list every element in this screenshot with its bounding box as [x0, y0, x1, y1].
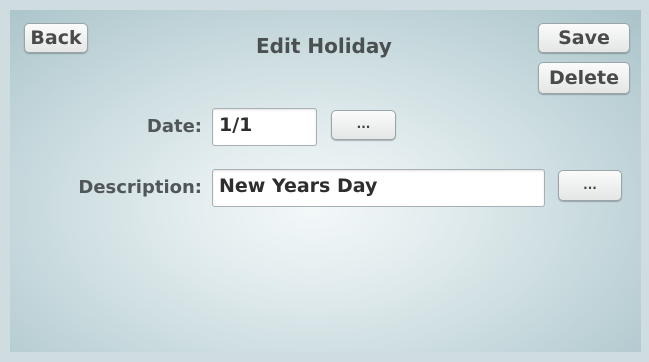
- save-button[interactable]: Save: [538, 23, 630, 53]
- description-picker-button[interactable]: ...: [558, 170, 622, 201]
- delete-button[interactable]: Delete: [538, 62, 630, 94]
- page-title: Edit Holiday: [256, 34, 392, 58]
- app-frame: Back Edit Holiday Save Delete Date: 1/1 …: [0, 0, 649, 362]
- description-field[interactable]: New Years Day: [212, 169, 545, 207]
- back-button[interactable]: Back: [24, 23, 88, 53]
- edit-holiday-screen: Back Edit Holiday Save Delete Date: 1/1 …: [10, 10, 641, 352]
- date-picker-button[interactable]: ...: [331, 110, 396, 140]
- description-label: Description:: [78, 177, 202, 198]
- date-field[interactable]: 1/1: [212, 108, 317, 146]
- date-label: Date:: [146, 116, 202, 137]
